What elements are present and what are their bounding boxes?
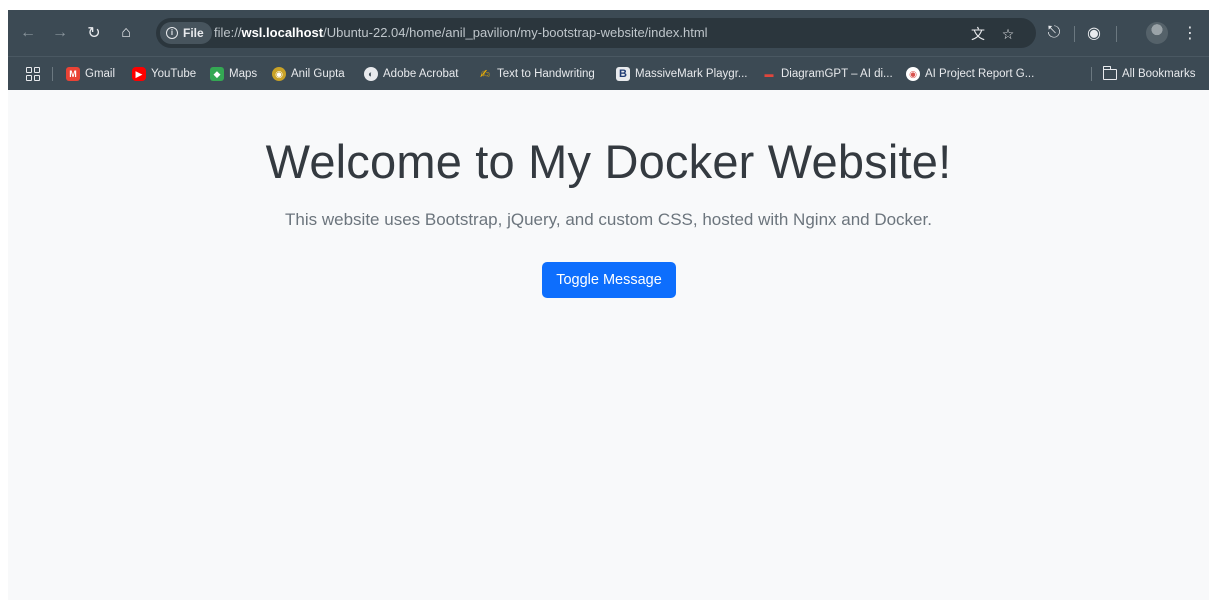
globe-icon: ◐: [364, 67, 378, 81]
toggle-message-button[interactable]: Toggle Message: [542, 262, 676, 298]
url-path: /Ubuntu-22.04/home/anil_pavilion/my-boot…: [323, 25, 708, 40]
site-info-label: File: [183, 26, 204, 40]
url-host: wsl.localhost: [241, 25, 324, 40]
ai-project-report-icon: ◉: [906, 67, 920, 81]
anil-gupta-icon: ◉: [272, 67, 286, 81]
bookmark-maps[interactable]: ◆ Maps: [210, 57, 257, 91]
bookmark-massivemark[interactable]: B MassiveMark Playgr...: [616, 57, 747, 91]
bookmarks-bar: M Gmail ▶ YouTube ◆ Maps ◉ Anil Gupta ◐ …: [8, 56, 1209, 90]
browser-chrome: ← → ↻ ⌂ i File file://wsl.localhost/Ubun…: [8, 10, 1209, 90]
page-title: Welcome to My Docker Website!: [265, 135, 952, 188]
maps-icon: ◆: [210, 67, 224, 81]
bookmarks-separator: [1091, 67, 1092, 81]
kebab-menu-icon[interactable]: ⋮: [1178, 21, 1202, 45]
address-bar[interactable]: i File file://wsl.localhost/Ubuntu-22.04…: [156, 18, 1036, 48]
browser-toolbar: ← → ↻ ⌂ i File file://wsl.localhost/Ubun…: [8, 10, 1209, 56]
profile-avatar[interactable]: [1146, 22, 1168, 44]
toolbar-separator: [1074, 26, 1075, 42]
bookmarks-separator: [52, 67, 53, 81]
youtube-icon: ▶: [132, 67, 146, 81]
toolbar-separator: [1116, 26, 1117, 42]
bookmark-anil-gupta[interactable]: ◉ Anil Gupta: [272, 57, 345, 91]
diagramgpt-icon: ▬: [764, 69, 774, 79]
translate-icon[interactable]: 文: [968, 24, 988, 44]
bookmark-adobe-acrobat[interactable]: ◐ Adobe Acrobat: [364, 57, 458, 91]
all-bookmarks-folder[interactable]: All Bookmarks: [1103, 57, 1196, 91]
page-lead-text: This website uses Bootstrap, jQuery, and…: [285, 210, 932, 229]
reload-icon[interactable]: ↻: [82, 21, 106, 45]
page-viewport: Welcome to My Docker Website! This websi…: [8, 90, 1209, 600]
back-arrow-icon[interactable]: ←: [16, 21, 40, 45]
folder-icon: [1103, 65, 1117, 80]
puzzle-icon[interactable]: ⎋: [1042, 21, 1066, 45]
site-info-chip[interactable]: i File: [160, 22, 212, 44]
bookmark-youtube[interactable]: ▶ YouTube: [132, 57, 196, 91]
lens-icon[interactable]: ◉: [1082, 21, 1106, 45]
bookmark-ai-project-report[interactable]: ◉ AI Project Report G...: [906, 57, 1034, 91]
bookmark-text-to-handwriting[interactable]: ✍ Text to Handwriting: [478, 57, 595, 91]
bookmark-gmail[interactable]: M Gmail: [66, 57, 115, 91]
handwriting-icon: ✍: [479, 67, 491, 81]
gmail-icon: M: [66, 67, 80, 81]
forward-arrow-icon[interactable]: →: [48, 21, 72, 45]
massivemark-icon: B: [616, 67, 630, 81]
info-icon: i: [166, 27, 178, 39]
bookmark-diagramgpt[interactable]: ▬ DiagramGPT – AI di...: [762, 57, 893, 91]
apps-grid-icon[interactable]: [26, 57, 40, 91]
url-text[interactable]: file://wsl.localhost/Ubuntu-22.04/home/a…: [214, 25, 708, 40]
home-icon[interactable]: ⌂: [114, 21, 138, 45]
star-icon[interactable]: ☆: [998, 24, 1018, 44]
